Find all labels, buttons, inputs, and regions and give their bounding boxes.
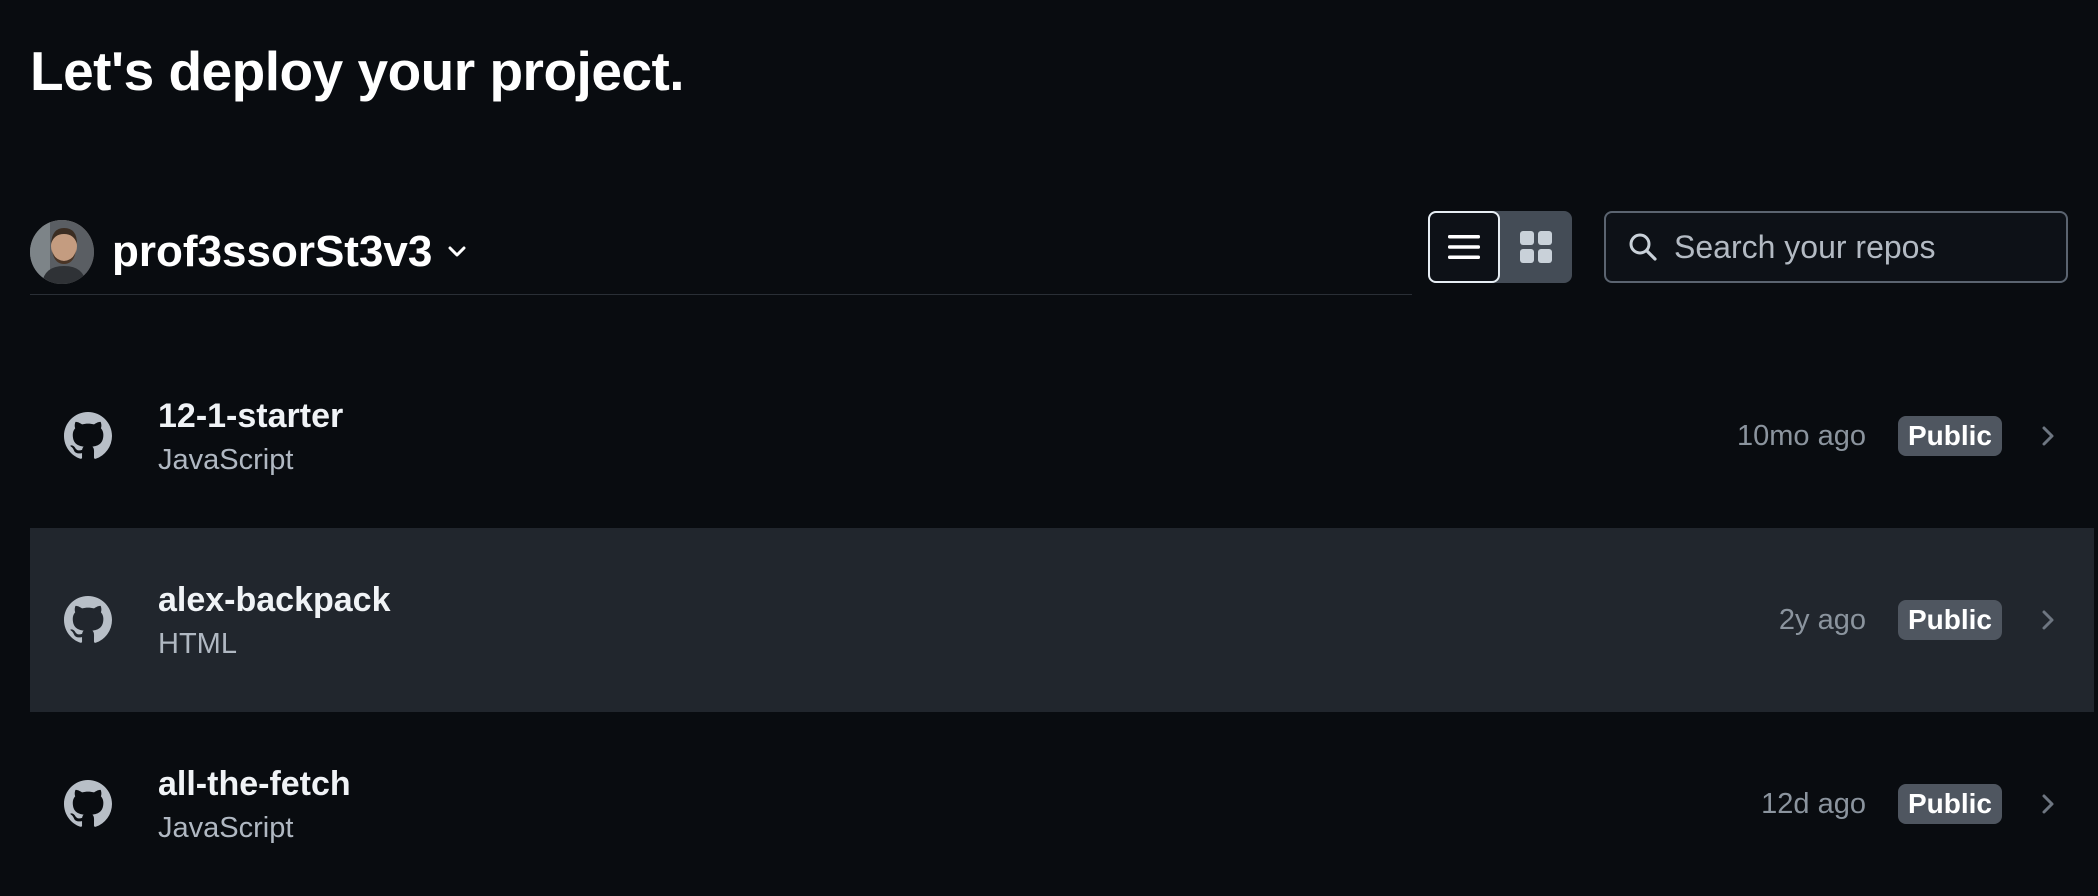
page-title: Let's deploy your project. [30,40,685,102]
chevron-right-icon[interactable] [2036,424,2060,448]
repo-name[interactable]: alex-backpack [158,580,391,620]
list-icon [1448,235,1480,259]
grid-icon [1520,231,1552,263]
repo-row[interactable]: alex-backpack HTML 2y ago Public [30,528,2094,712]
visibility-badge: Public [1897,600,2002,640]
repo-row[interactable]: all-the-fetch JavaScript 12d ago Public [30,712,2094,896]
account-name[interactable]: prof3ssorSt3v3 [112,230,432,274]
search-box [1604,211,2068,283]
visibility-badge: Public [1897,416,2002,456]
repo-updated: 10mo ago [1736,419,1866,452]
repo-updated: 2y ago [1778,603,1866,636]
search-icon [1629,233,1657,261]
github-icon [64,412,112,459]
user-avatar-icon [30,220,94,284]
repo-name[interactable]: all-the-fetch [158,764,351,804]
repo-language: HTML [158,628,237,660]
chevron-right-icon[interactable] [2036,608,2060,632]
github-icon [64,596,112,643]
chevron-down-icon[interactable] [446,241,468,263]
avatar[interactable] [30,220,94,284]
account-selector: prof3ssorSt3v3 [30,210,1412,295]
search-input[interactable] [1672,227,2056,267]
list-view-button[interactable] [1428,211,1500,283]
repo-name[interactable]: 12-1-starter [158,396,343,436]
repo-language: JavaScript [158,444,294,476]
github-icon [64,780,112,827]
repo-list: 12-1-starter JavaScript 10mo ago Public … [30,344,2094,896]
repo-language: JavaScript [158,812,294,844]
view-toggle [1428,211,1572,283]
visibility-badge: Public [1897,784,2002,824]
grid-view-button[interactable] [1500,211,1572,283]
chevron-right-icon[interactable] [2036,792,2060,816]
repo-row[interactable]: 12-1-starter JavaScript 10mo ago Public [30,344,2094,528]
repo-updated: 12d ago [1761,787,1866,820]
